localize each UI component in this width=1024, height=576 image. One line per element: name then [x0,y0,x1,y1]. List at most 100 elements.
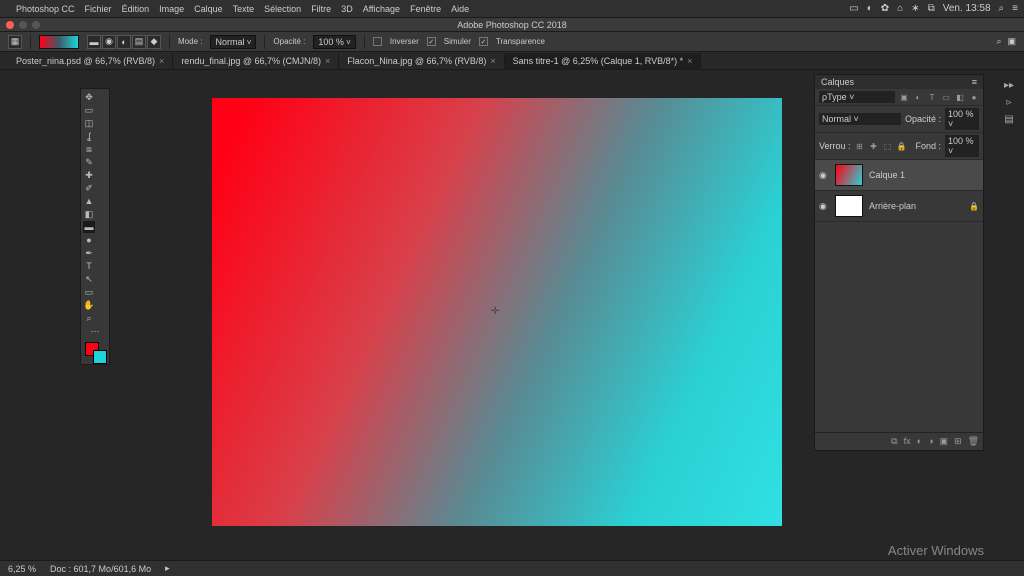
delete-layer-icon[interactable]: 🗑 [968,436,979,447]
minimize-icon[interactable] [19,21,27,29]
filter-shape-icon[interactable]: ▭ [941,92,951,102]
menu-image[interactable]: Image [159,4,184,14]
zoom-level[interactable]: 6,25 % [8,564,36,574]
menu-select[interactable]: Sélection [264,4,301,14]
marquee-tool-icon[interactable]: ◫ [83,117,95,129]
tray-cc-icon[interactable]: ⌂ [897,3,903,14]
tray-cloud-icon[interactable]: ◐ [867,3,873,14]
filter-type-icon[interactable]: T [927,92,937,102]
doc-size[interactable]: Doc : 601,7 Mo/601,6 Mo [50,564,151,574]
gradient-tool-icon[interactable]: ▬ [83,221,95,233]
close-tab-icon[interactable]: × [325,56,330,66]
lasso-tool-icon[interactable]: ʆ [83,130,95,142]
adjustment-layer-icon[interactable]: ◑ [928,436,933,447]
eyedrop-tool-icon[interactable]: ✎ [83,156,95,168]
filter-toggle-icon[interactable]: ● [969,92,979,102]
more-tool-icon[interactable]: ⋯ [83,325,107,337]
layer-name[interactable]: Calque 1 [869,170,905,180]
layer-item[interactable]: ◉ Arrière-plan 🔒 [815,191,983,222]
document-tab[interactable]: Sans titre-1 @ 6,25% (Calque 1, RVB/8*) … [505,53,702,69]
close-tab-icon[interactable]: × [490,56,495,66]
swatches-icon[interactable]: ▤ [1004,114,1013,125]
mode-select[interactable]: Normal ˅ [210,35,256,49]
close-tab-icon[interactable]: × [687,56,692,66]
layer-fx-icon[interactable]: fx [904,436,911,447]
layer-item[interactable]: ◉ Calque 1 [815,160,983,191]
heal-tool-icon[interactable]: ✚ [83,169,95,181]
menu-3d[interactable]: 3D [341,4,353,14]
lock-artboard-icon[interactable]: ⬚ [883,141,893,151]
menu-window[interactable]: Fenêtre [410,4,441,14]
chevron-icon[interactable]: ▸ [165,563,170,574]
layer-opacity-input[interactable]: 100 % ˅ [945,108,979,130]
gradient-linear-icon[interactable]: ▬ [87,35,101,49]
tray-wifi-icon[interactable]: ⧉ [928,3,935,14]
menu-file[interactable]: Fichier [85,4,112,14]
filter-smart-icon[interactable]: ◧ [955,92,965,102]
visibility-icon[interactable]: ◉ [819,170,829,181]
gradient-angle-icon[interactable]: ◐ [117,35,131,49]
menu-help[interactable]: Aide [451,4,469,14]
eraser-tool-icon[interactable]: ◧ [83,208,95,220]
new-layer-icon[interactable]: ⊞ [954,436,962,447]
layer-thumbnail[interactable] [835,164,863,186]
shape-tool-icon[interactable]: ▭ [83,286,95,298]
lock-position-icon[interactable]: ✚ [869,141,879,151]
stamp-tool-icon[interactable]: ▲ [83,195,95,207]
artboard-tool-icon[interactable]: ▭ [83,104,95,116]
canvas[interactable]: ✛ [212,98,782,526]
blend-mode-select[interactable]: Normal ˅ [819,113,901,125]
menu-view[interactable]: Affichage [363,4,400,14]
tray-app-icon[interactable]: ✿ [881,3,889,14]
gradient-preview[interactable] [39,35,79,49]
lock-icon[interactable]: 🔒 [969,202,979,211]
close-icon[interactable] [6,21,14,29]
layer-name[interactable]: Arrière-plan [869,201,916,211]
tray-bt-icon[interactable]: ∗ [911,3,919,14]
layer-filter-select[interactable]: ρType ˅ [819,91,895,103]
pen-tool-icon[interactable]: ✒ [83,247,95,259]
tool-indicator-icon[interactable]: ▦ [8,35,22,49]
tray-menu-icon[interactable]: ≡ [1012,3,1018,14]
transparency-checkbox[interactable]: ✓ [479,37,488,46]
tray-time[interactable]: Ven. 13:58 [943,3,991,14]
path-tool-icon[interactable]: ↖ [83,273,95,285]
simulate-checkbox[interactable]: ✓ [427,37,436,46]
layer-thumbnail[interactable] [835,195,863,217]
menu-text[interactable]: Texte [233,4,255,14]
link-layers-icon[interactable]: ⧉ [891,436,897,447]
background-color[interactable] [93,350,107,364]
maximize-icon[interactable] [32,21,40,29]
layer-mask-icon[interactable]: ◐ [917,436,922,447]
tray-video-icon[interactable]: ▭ [849,3,858,14]
tray-search-icon[interactable]: ⌕ [999,3,1005,14]
brush-tool-icon[interactable]: ✐ [83,182,95,194]
gradient-radial-icon[interactable]: ◉ [102,35,116,49]
opacity-select[interactable]: 100 % ˅ [313,35,355,49]
type-tool-icon[interactable]: T [83,260,95,272]
group-icon[interactable]: ▣ [940,436,949,447]
close-tab-icon[interactable]: × [159,56,164,66]
hand-tool-icon[interactable]: ✋ [83,299,95,311]
menu-layer[interactable]: Calque [194,4,223,14]
expand-icon[interactable]: ▸▸ [1004,80,1014,91]
search-icon[interactable]: ⌕ [996,36,1001,47]
menu-filter[interactable]: Filtre [311,4,331,14]
reverse-checkbox[interactable] [373,37,382,46]
zoom-tool-icon[interactable]: ⌕ [83,312,95,324]
panel-title[interactable]: Calques [821,77,854,87]
blur-tool-icon[interactable]: ● [83,234,95,246]
lock-pixels-icon[interactable]: ⊞ [855,141,865,151]
filter-adjust-icon[interactable]: ◐ [913,92,923,102]
crop-tool-icon[interactable]: ⧈ [83,143,95,155]
gradient-reflected-icon[interactable]: ▤ [132,35,146,49]
filter-image-icon[interactable]: ▣ [899,92,909,102]
gradient-diamond-icon[interactable]: ◆ [147,35,161,49]
fill-input[interactable]: 100 % ˅ [945,135,979,157]
history-icon[interactable]: ▹ [1006,97,1011,108]
menu-edit[interactable]: Édition [122,4,150,14]
visibility-icon[interactable]: ◉ [819,201,829,212]
menu-app[interactable]: Photoshop CC [16,4,75,14]
lock-all-icon[interactable]: 🔒 [897,141,907,151]
panel-menu-icon[interactable]: ≡ [972,77,977,87]
